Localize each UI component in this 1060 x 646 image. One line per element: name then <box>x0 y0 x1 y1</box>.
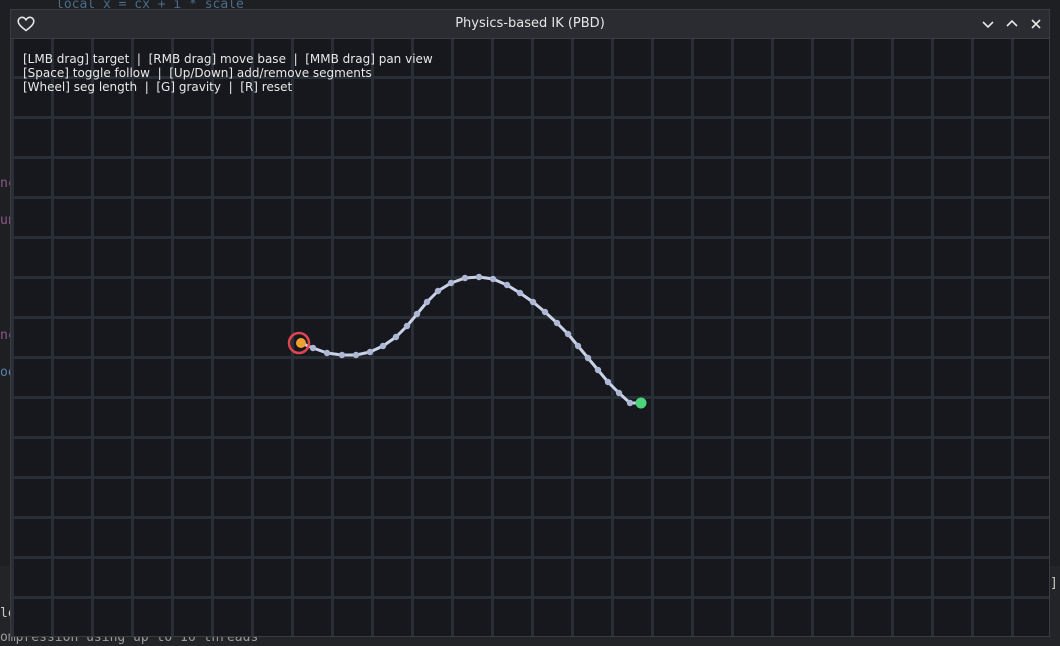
chain-joint <box>403 322 411 330</box>
chain-joint <box>604 378 612 386</box>
ik-chain <box>300 273 641 407</box>
chain-joint <box>309 344 317 352</box>
ik-scene[interactable] <box>11 39 1049 636</box>
chain-joint <box>626 399 634 407</box>
window-title: Physics-based IK (PBD) <box>455 16 605 31</box>
chain-joint <box>594 366 602 374</box>
chain-joint <box>447 279 455 287</box>
simulation-canvas[interactable]: [LMB drag] target | [RMB drag] move base… <box>11 39 1049 636</box>
chain-joint <box>379 342 387 350</box>
chain-joint <box>323 349 331 357</box>
chain-joint <box>516 289 524 297</box>
chevron-down-icon[interactable] <box>979 15 997 33</box>
chain-joint <box>434 287 442 295</box>
chain-joint <box>489 275 497 283</box>
chain-joint <box>475 273 483 281</box>
chain-base[interactable] <box>635 397 647 409</box>
chain-link <box>300 275 641 405</box>
end-effector <box>296 338 306 348</box>
chain-joint <box>584 354 592 362</box>
background-side-fragment: nc <box>0 176 10 191</box>
background-side-fragment: oo <box>0 365 10 380</box>
chain-joint <box>541 308 549 316</box>
background-terminal-prompt: lo <box>0 606 10 621</box>
close-icon[interactable] <box>1027 15 1045 33</box>
chain-joint <box>503 281 511 289</box>
chain-joint <box>366 348 374 356</box>
chain-joint <box>553 319 561 327</box>
chain-joint <box>338 351 346 359</box>
chain-joint <box>352 351 360 359</box>
title-bar[interactable]: Physics-based IK (PBD) <box>11 10 1049 39</box>
chain-joint <box>392 333 400 341</box>
background-side-fragment: un <box>0 213 10 228</box>
chain-joint <box>413 310 421 318</box>
chain-joint <box>574 342 582 350</box>
chain-joint <box>529 298 537 306</box>
chain-joint <box>615 389 623 397</box>
chevron-up-icon[interactable] <box>1003 15 1021 33</box>
app-window: Physics-based IK (PBD) [LMB drag] target… <box>10 9 1050 637</box>
chain-joint <box>423 298 431 306</box>
background-side-fragment: nc <box>0 328 10 343</box>
chain-joint <box>461 274 469 282</box>
chain-joint <box>564 330 572 338</box>
background-bracket: ] <box>1050 576 1058 591</box>
